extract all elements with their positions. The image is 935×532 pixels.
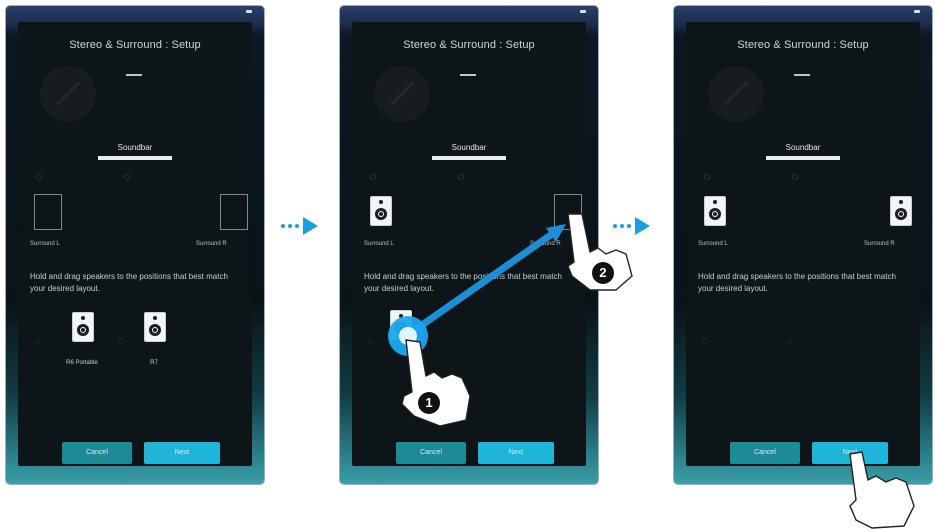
status-bar [340, 6, 598, 20]
surround-right-label: Surround R [196, 241, 227, 247]
faint-marker [786, 338, 792, 344]
speaker-icon[interactable] [704, 196, 726, 226]
speaker-icon[interactable] [890, 196, 912, 226]
phone-screen-dragging: Stereo & Surround : Setup Soundbar Surro… [340, 6, 598, 484]
top-indicator [126, 74, 142, 76]
faint-marker [124, 174, 130, 180]
speaker-1-label: R6 Portable [66, 360, 98, 366]
faint-marker [370, 174, 376, 180]
dialog-title: Stereo & Surround : Setup [737, 39, 869, 51]
status-indicator [580, 10, 586, 13]
surround-right-slot[interactable] [220, 194, 248, 230]
chevron-right-icon [613, 217, 650, 235]
soundbar-label: Soundbar [785, 143, 821, 152]
soundbar-label: Soundbar [451, 143, 487, 152]
speaker-2-label: R7 [150, 360, 158, 366]
bottom-bar [6, 466, 264, 484]
status-bar [674, 6, 932, 20]
phone-screen-after: Stereo & Surround : Setup Soundbar Surro… [674, 6, 932, 484]
status-indicator [246, 10, 252, 13]
faint-marker [34, 338, 40, 344]
surround-left-label: Surround L [698, 241, 728, 247]
chevron-right-icon [281, 217, 318, 235]
faint-marker [36, 174, 42, 180]
speaker-icon[interactable] [370, 196, 392, 226]
instruction-text: Hold and drag speakers to the positions … [364, 272, 562, 293]
faint-marker [118, 338, 124, 344]
step-badge-1: 1 [418, 392, 440, 414]
next-button[interactable]: Next [812, 442, 888, 464]
speaker-icon[interactable] [390, 310, 412, 340]
soundbar-icon [98, 156, 172, 160]
bottom-bar [674, 466, 932, 484]
soundbar-icon [432, 156, 506, 160]
dialog-title: Stereo & Surround : Setup [69, 39, 201, 51]
speaker-icon[interactable] [144, 312, 166, 342]
disc-icon [374, 66, 430, 122]
status-indicator [914, 10, 920, 13]
instruction-text: Hold and drag speakers to the positions … [698, 272, 896, 293]
faint-marker [792, 174, 798, 180]
disc-icon [40, 66, 96, 122]
step-badge-2: 2 [592, 262, 614, 284]
cancel-button[interactable]: Cancel [730, 442, 800, 464]
faint-marker [704, 174, 710, 180]
cancel-button[interactable]: Cancel [62, 442, 132, 464]
dialog-title: Stereo & Surround : Setup [403, 39, 535, 51]
bottom-bar [340, 466, 598, 484]
phone-screen-before: Stereo & Surround : Setup Soundbar Surro… [6, 6, 264, 484]
speaker-icon[interactable] [72, 312, 94, 342]
disc-icon [708, 66, 764, 122]
next-button[interactable]: Next [478, 442, 554, 464]
faint-marker [368, 338, 374, 344]
top-indicator [794, 74, 810, 76]
soundbar-label: Soundbar [117, 143, 153, 152]
surround-right-label: Surround R [864, 241, 895, 247]
surround-left-label: Surround L [364, 241, 394, 247]
faint-marker [458, 174, 464, 180]
faint-marker [702, 338, 708, 344]
surround-right-label: Surround R [530, 241, 561, 247]
soundbar-icon [766, 156, 840, 160]
surround-left-slot[interactable] [34, 194, 62, 230]
next-button[interactable]: Next [144, 442, 220, 464]
instruction-text: Hold and drag speakers to the positions … [30, 272, 228, 293]
surround-right-slot[interactable] [554, 194, 582, 230]
surround-left-label: Surround L [30, 241, 60, 247]
top-indicator [460, 74, 476, 76]
cancel-button[interactable]: Cancel [396, 442, 466, 464]
status-bar [6, 6, 264, 20]
